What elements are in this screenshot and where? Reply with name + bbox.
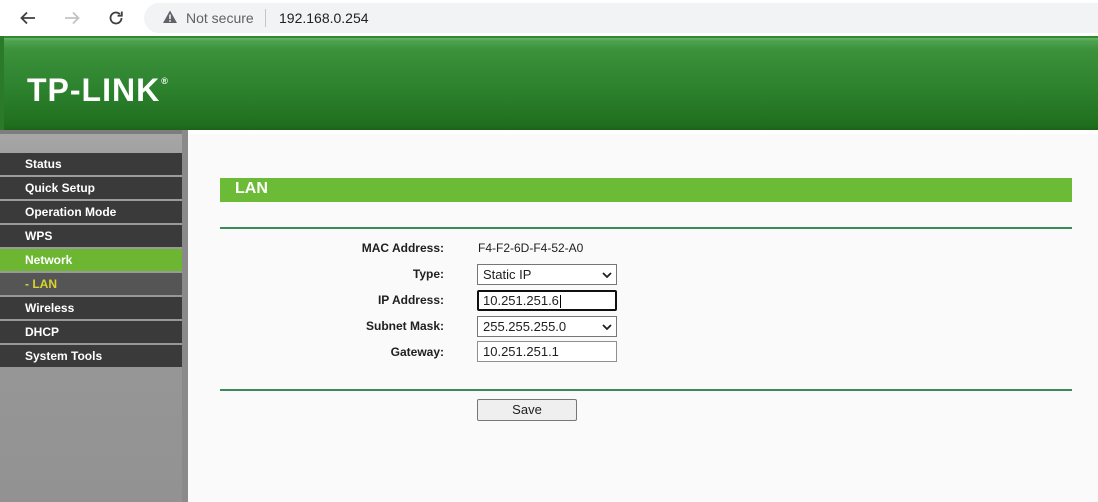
subnet-mask-select[interactable]: 255.255.255.0 bbox=[477, 316, 617, 337]
sidebar-item-system-tools[interactable]: System Tools bbox=[0, 345, 182, 367]
subnet-mask-value: 255.255.255.0 bbox=[483, 319, 567, 334]
back-button[interactable] bbox=[14, 4, 42, 32]
gateway-value: 10.251.251.1 bbox=[483, 344, 559, 359]
forward-arrow-icon bbox=[65, 11, 80, 25]
type-select-value: Static IP bbox=[483, 267, 532, 282]
registered-mark: ® bbox=[161, 76, 169, 86]
security-status[interactable]: Not secure bbox=[186, 10, 254, 26]
sidebar-menu: Status Quick Setup Operation Mode WPS Ne… bbox=[0, 153, 182, 369]
gateway-input[interactable]: 10.251.251.1 bbox=[477, 341, 617, 362]
save-button[interactable]: Save bbox=[477, 399, 577, 421]
section-title-bar bbox=[220, 178, 1072, 202]
sidebar-item-wps[interactable]: WPS bbox=[0, 225, 182, 247]
sidebar-top-strip bbox=[0, 130, 188, 134]
banner-left-edge bbox=[0, 36, 4, 130]
browser-toolbar: Not secure 192.168.0.254 bbox=[0, 0, 1098, 36]
back-arrow-icon bbox=[20, 11, 35, 25]
top-divider bbox=[220, 227, 1072, 229]
chevron-down-icon bbox=[602, 324, 612, 331]
sidebar-item-network[interactable]: Network bbox=[0, 249, 182, 271]
ip-address-label: IP Address: bbox=[377, 293, 444, 307]
forward-button[interactable] bbox=[58, 4, 86, 32]
page-title: LAN bbox=[235, 180, 268, 197]
tp-link-logo: TP-LINK® bbox=[27, 72, 169, 109]
text-caret bbox=[559, 295, 561, 309]
subnet-mask-label: Subnet Mask: bbox=[365, 319, 444, 333]
sidebar-item-operation-mode[interactable]: Operation Mode bbox=[0, 201, 182, 223]
gateway-label: Gateway: bbox=[390, 345, 444, 359]
warning-icon[interactable] bbox=[162, 9, 178, 25]
logo-text: TP-LINK bbox=[27, 72, 161, 108]
url-text[interactable]: 192.168.0.254 bbox=[279, 10, 369, 26]
ip-address-value: 10.251.251.6 bbox=[483, 293, 559, 308]
ip-address-input[interactable]: 10.251.251.6 bbox=[477, 290, 617, 311]
sidebar-item-wireless[interactable]: Wireless bbox=[0, 297, 182, 319]
sidebar-item-dhcp[interactable]: DHCP bbox=[0, 321, 182, 343]
sidebar-item-quick-setup[interactable]: Quick Setup bbox=[0, 177, 182, 199]
reload-icon bbox=[109, 11, 123, 25]
sidebar-item-lan[interactable]: - LAN bbox=[0, 273, 182, 295]
chevron-down-icon bbox=[602, 272, 612, 279]
type-select[interactable]: Static IP bbox=[477, 264, 617, 285]
sidebar-item-status[interactable]: Status bbox=[0, 153, 182, 175]
address-separator bbox=[265, 9, 266, 27]
mac-address-value: F4-F2-6D-F4-52-A0 bbox=[478, 241, 584, 255]
bottom-divider bbox=[220, 389, 1072, 391]
reload-button[interactable] bbox=[102, 4, 130, 32]
banner-top-line bbox=[0, 36, 1098, 38]
type-label: Type: bbox=[412, 267, 444, 281]
mac-address-label: MAC Address: bbox=[361, 241, 444, 255]
